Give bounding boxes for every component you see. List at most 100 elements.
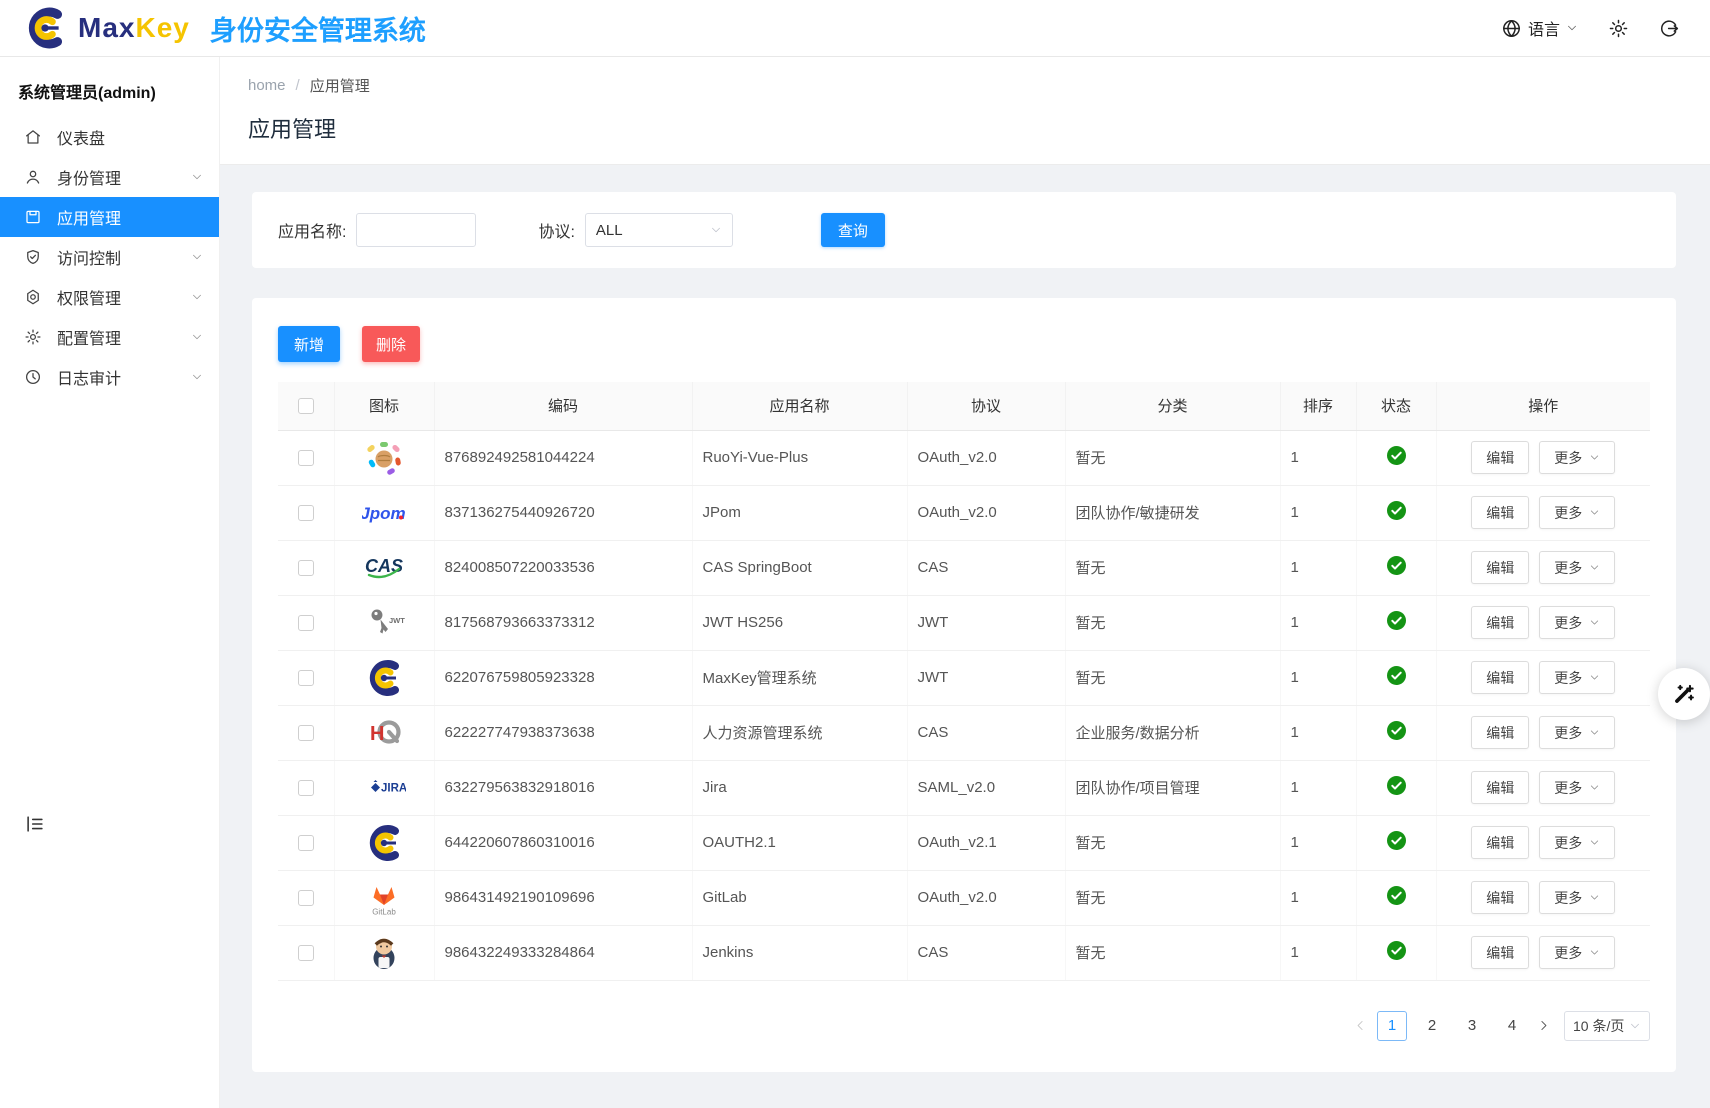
more-button[interactable]: 更多 xyxy=(1539,771,1615,804)
more-button[interactable]: 更多 xyxy=(1539,441,1615,474)
more-label: 更多 xyxy=(1554,613,1582,633)
row-checkbox[interactable] xyxy=(298,725,314,741)
gitlab-logo: GitLab xyxy=(362,876,406,920)
breadcrumb: home / 应用管理 xyxy=(248,75,1710,96)
brand-name: MaxKey xyxy=(78,12,190,44)
table-row: JIRA632279563832918016JiraSAML_v2.0团队协作/… xyxy=(278,760,1650,815)
cell-sort: 1 xyxy=(1280,705,1356,760)
logout-icon[interactable] xyxy=(1659,18,1680,39)
cell-code: 817568793663373312 xyxy=(434,595,692,650)
page-button-3[interactable]: 3 xyxy=(1457,1011,1487,1041)
more-label: 更多 xyxy=(1554,723,1582,743)
magic-wand-button[interactable] xyxy=(1658,668,1710,720)
edit-button[interactable]: 编辑 xyxy=(1471,881,1529,914)
chevron-down-icon xyxy=(1589,617,1600,628)
row-checkbox[interactable] xyxy=(298,670,314,686)
cell-category: 团队协作/敏捷研发 xyxy=(1065,485,1280,540)
more-button[interactable]: 更多 xyxy=(1539,551,1615,584)
row-checkbox[interactable] xyxy=(298,835,314,851)
page-button-4[interactable]: 4 xyxy=(1497,1011,1527,1041)
cell-code: 622076759805923328 xyxy=(434,650,692,705)
app-name-input[interactable] xyxy=(356,213,476,247)
menu-fold-icon[interactable] xyxy=(24,813,46,835)
jenkins-logo xyxy=(362,931,406,975)
delete-button[interactable]: 删除 xyxy=(362,326,420,362)
row-checkbox[interactable] xyxy=(298,450,314,466)
edit-button[interactable]: 编辑 xyxy=(1471,441,1529,474)
sidebar-item-configuration[interactable]: 配置管理 xyxy=(0,317,219,357)
edit-button[interactable]: 编辑 xyxy=(1471,551,1529,584)
search-button[interactable]: 查询 xyxy=(821,213,885,247)
sidebar-item-label: 仪表盘 xyxy=(57,125,203,149)
magic-wand-icon xyxy=(1671,681,1697,707)
prev-page-icon[interactable] xyxy=(1354,1019,1367,1032)
topbar-actions: 语言 xyxy=(1501,16,1710,40)
status-enabled-icon xyxy=(1387,721,1406,740)
settings-gear-icon[interactable] xyxy=(1608,18,1629,39)
more-button[interactable]: 更多 xyxy=(1539,606,1615,639)
edit-button[interactable]: 编辑 xyxy=(1471,661,1529,694)
more-button[interactable]: 更多 xyxy=(1539,936,1615,969)
globe-icon xyxy=(1501,18,1522,39)
row-checkbox[interactable] xyxy=(298,615,314,631)
sidebar-item-dashboard[interactable]: 仪表盘 xyxy=(0,117,219,157)
page-header: home / 应用管理 应用管理 xyxy=(220,57,1710,165)
row-checkbox[interactable] xyxy=(298,945,314,961)
col-header-protocol: 协议 xyxy=(907,382,1065,430)
language-switch[interactable]: 语言 xyxy=(1501,16,1578,40)
brand: MaxKey 身份安全管理系统 xyxy=(0,3,426,53)
sidebar-item-permissions[interactable]: 权限管理 xyxy=(0,277,219,317)
chevron-down-icon xyxy=(191,291,203,303)
edit-button[interactable]: 编辑 xyxy=(1471,771,1529,804)
cell-category: 暂无 xyxy=(1065,650,1280,705)
maxkey-logo xyxy=(362,821,406,865)
col-header-category: 分类 xyxy=(1065,382,1280,430)
add-button[interactable]: 新增 xyxy=(278,326,340,362)
cell-category: 暂无 xyxy=(1065,595,1280,650)
chevron-down-icon xyxy=(1589,837,1600,848)
status-enabled-icon xyxy=(1387,831,1406,850)
table-row: Jpom837136275440926720JPomOAuth_v2.0团队协作… xyxy=(278,485,1650,540)
chevron-down-icon xyxy=(1589,507,1600,518)
col-header-code: 编码 xyxy=(434,382,692,430)
breadcrumb-home[interactable]: home xyxy=(248,77,286,94)
brand-key: Key xyxy=(135,12,189,43)
edit-button[interactable]: 编辑 xyxy=(1471,606,1529,639)
cell-app-name: JPom xyxy=(692,485,907,540)
cell-code: 986432249333284864 xyxy=(434,925,692,980)
chevron-down-icon xyxy=(191,331,203,343)
chevron-down-icon xyxy=(1589,562,1600,573)
cell-app-name: RuoYi-Vue-Plus xyxy=(692,430,907,485)
page-size-value: 10 条/页 xyxy=(1573,1016,1629,1036)
col-header-status: 状态 xyxy=(1356,382,1436,430)
sidebar-item-applications[interactable]: 应用管理 xyxy=(0,197,219,237)
more-button[interactable]: 更多 xyxy=(1539,881,1615,914)
page-button-1[interactable]: 1 xyxy=(1377,1011,1407,1041)
edit-button[interactable]: 编辑 xyxy=(1471,496,1529,529)
cell-code: 876892492581044224 xyxy=(434,430,692,485)
more-button[interactable]: 更多 xyxy=(1539,661,1615,694)
maxkey-logo xyxy=(362,656,406,700)
page-size-select[interactable]: 10 条/页 xyxy=(1564,1011,1650,1041)
row-checkbox[interactable] xyxy=(298,505,314,521)
chevron-down-icon xyxy=(1589,452,1600,463)
next-page-icon[interactable] xyxy=(1537,1019,1550,1032)
status-enabled-icon xyxy=(1387,611,1406,630)
edit-button[interactable]: 编辑 xyxy=(1471,826,1529,859)
protocol-select[interactable]: ALL xyxy=(585,213,733,247)
more-button[interactable]: 更多 xyxy=(1539,826,1615,859)
row-checkbox[interactable] xyxy=(298,890,314,906)
edit-button[interactable]: 编辑 xyxy=(1471,936,1529,969)
sidebar-item-audit[interactable]: 日志审计 xyxy=(0,357,219,397)
table-row: CAS824008507220033536CAS SpringBootCAS暂无… xyxy=(278,540,1650,595)
edit-button[interactable]: 编辑 xyxy=(1471,716,1529,749)
cell-code: 824008507220033536 xyxy=(434,540,692,595)
select-all-checkbox[interactable] xyxy=(298,398,314,414)
row-checkbox[interactable] xyxy=(298,560,314,576)
page-button-2[interactable]: 2 xyxy=(1417,1011,1447,1041)
more-button[interactable]: 更多 xyxy=(1539,496,1615,529)
sidebar-item-identity[interactable]: 身份管理 xyxy=(0,157,219,197)
row-checkbox[interactable] xyxy=(298,780,314,796)
sidebar-item-access-control[interactable]: 访问控制 xyxy=(0,237,219,277)
more-button[interactable]: 更多 xyxy=(1539,716,1615,749)
